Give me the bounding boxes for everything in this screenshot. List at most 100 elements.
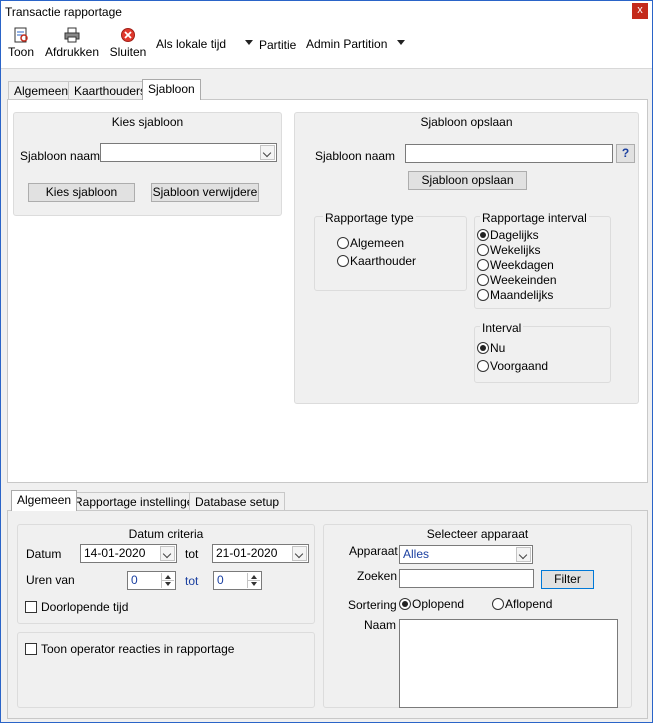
partition-select[interactable]: Admin Partition (303, 35, 408, 55)
datum-to-picker[interactable]: 21-01-2020 (212, 544, 309, 563)
interval-dagelijks-radio[interactable]: Dagelijks (477, 228, 539, 242)
type-algemeen-label: Algemeen (350, 236, 405, 250)
uren-tot-label: tot (185, 574, 199, 588)
interval-maandelijks-label: Maandelijks (490, 288, 554, 302)
title-bar: Transactie rapportage x (1, 1, 652, 23)
sluiten-label: Sluiten (109, 45, 147, 59)
close-button[interactable]: x (632, 3, 648, 19)
algemeen-panel: Datum criteria Datum 14-01-2020 tot 21-0… (7, 510, 648, 719)
chevron-down-icon (292, 546, 307, 561)
interval-nu-label: Nu (490, 341, 506, 355)
doorlopende-tijd-checkbox[interactable]: Doorlopende tijd (25, 600, 128, 614)
tab-kaarthouders[interactable]: Kaarthouders (68, 81, 153, 99)
tab-sjabloon[interactable]: Sjabloon (142, 79, 201, 100)
rapportage-type-group: Rapportage type Algemeen Kaarthouder (314, 211, 467, 291)
radio-circle (337, 255, 349, 267)
kies-naam-label: Sjabloon naam (20, 149, 101, 163)
tab-algemeen-bottom[interactable]: Algemeen (11, 490, 78, 511)
selecteer-apparaat-title: Selecteer apparaat (426, 527, 529, 541)
interval-voorgaand-label: Voorgaand (490, 359, 549, 373)
uren-to-value: 0 (217, 573, 224, 587)
type-kaarthouder-label: Kaarthouder (350, 254, 417, 268)
toon-label: Toon (7, 45, 35, 59)
interval-maandelijks-radio[interactable]: Maandelijks (477, 288, 553, 302)
datum-tot-label: tot (185, 547, 199, 561)
radio-circle (477, 259, 489, 271)
sluiten-button[interactable]: Sluiten (109, 27, 147, 59)
filter-button[interactable]: Filter (541, 570, 594, 589)
uren-from-stepper[interactable]: 0 (127, 571, 176, 590)
sort-oplopend-radio[interactable]: Oplopend (399, 597, 464, 611)
type-kaarthouder-radio[interactable]: Kaarthouder (337, 254, 416, 268)
radio-circle (337, 237, 349, 249)
sjabloon-opslaan-button[interactable]: Sjabloon opslaan (408, 171, 527, 190)
datum-to-value: 21-01-2020 (216, 546, 278, 560)
opslaan-title: Sjabloon opslaan (420, 115, 513, 129)
interval-wekelijks-radio[interactable]: Wekelijks (477, 243, 540, 257)
radio-circle (477, 244, 489, 256)
kies-sjabloon-title: Kies sjabloon (111, 115, 184, 129)
operator-reacties-checkbox[interactable]: Toon operator reacties in rapportage (25, 642, 234, 656)
transactie-rapportage-window: Transactie rapportage x Toon Afdrukken S… (0, 0, 653, 723)
interval-dagelijks-label: Dagelijks (490, 228, 539, 242)
sjabloon-verwijderen-button[interactable]: Sjabloon verwijdere (151, 183, 259, 202)
interval-title: Interval (480, 321, 524, 335)
interval-nu-radio[interactable]: Nu (477, 341, 505, 355)
zoeken-input[interactable] (399, 569, 534, 588)
interval-weekdagen-label: Weekdagen (490, 258, 554, 272)
uren-from-value: 0 (131, 573, 138, 587)
radio-circle (399, 598, 411, 610)
uren-label: Uren van (26, 573, 75, 587)
type-algemeen-radio[interactable]: Algemeen (337, 236, 404, 250)
sort-oplopend-label: Oplopend (412, 597, 465, 611)
apparaat-label: Apparaat (349, 544, 398, 558)
tab-rapportage-instellingen[interactable]: Rapportage instellingen (68, 492, 207, 510)
datum-criteria-title: Datum criteria (128, 527, 204, 541)
radio-circle (477, 360, 489, 372)
rapportage-interval-group: Rapportage interval Dagelijks Wekelijks … (474, 211, 611, 309)
tab-algemeen[interactable]: Algemeen (8, 81, 75, 99)
interval-weekdagen-radio[interactable]: Weekdagen (477, 258, 554, 272)
opslaan-naam-label: Sjabloon naam (315, 149, 396, 163)
datum-from-value: 14-01-2020 (84, 546, 146, 560)
help-button[interactable]: ? (616, 144, 635, 163)
apparaat-naam-list[interactable] (399, 619, 618, 708)
radio-circle (477, 342, 489, 354)
top-tab-bar: Algemeen Kaarthouders Sjabloon (8, 79, 408, 100)
radio-circle (477, 229, 489, 241)
uren-to-stepper[interactable]: 0 (213, 571, 262, 590)
chevron-down-icon (245, 40, 253, 45)
datum-from-picker[interactable]: 14-01-2020 (80, 544, 177, 563)
window-title: Transactie rapportage (5, 5, 122, 19)
rapportage-interval-title: Rapportage interval (480, 211, 589, 225)
tab-database-setup[interactable]: Database setup (189, 492, 286, 510)
printer-icon (64, 27, 80, 43)
operator-reacties-label: Toon operator reacties in rapportage (41, 642, 235, 656)
toon-button[interactable]: Toon (7, 27, 35, 59)
time-mode-select[interactable]: Als lokale tijd (153, 35, 256, 55)
interval-voorgaand-radio[interactable]: Voorgaand (477, 359, 548, 373)
chevron-down-icon (397, 40, 405, 45)
interval-group: Interval Nu Voorgaand (474, 321, 611, 383)
afdrukken-button[interactable]: Afdrukken (45, 27, 99, 59)
interval-weekeinden-radio[interactable]: Weekeinden (477, 273, 557, 287)
time-mode-value: Als lokale tijd (156, 37, 227, 51)
radio-circle (492, 598, 504, 610)
kies-sjabloon-button[interactable]: Kies sjabloon (28, 183, 135, 202)
opslaan-naam-input[interactable] (405, 144, 613, 163)
partitie-label: Partitie (259, 38, 297, 52)
checkbox-box (25, 643, 37, 655)
apparaat-value: Alles (403, 547, 430, 561)
kies-naam-select[interactable] (100, 143, 277, 162)
chevron-down-icon (260, 145, 275, 160)
chevron-down-icon (516, 547, 531, 562)
apparaat-select[interactable]: Alles (399, 545, 533, 564)
spinner-arrows-icon[interactable] (247, 573, 260, 588)
sjabloon-opslaan-group: Sjabloon opslaan Sjabloon naam ? Sjabloo… (294, 112, 639, 404)
datum-criteria-group: Datum criteria Datum 14-01-2020 tot 21-0… (17, 524, 315, 624)
datum-label: Datum (26, 547, 62, 561)
sort-aflopend-radio[interactable]: Aflopend (492, 597, 552, 611)
spinner-arrows-icon[interactable] (161, 573, 174, 588)
interval-weekeinden-label: Weekeinden (490, 273, 557, 287)
interval-wekelijks-label: Wekelijks (490, 243, 541, 257)
